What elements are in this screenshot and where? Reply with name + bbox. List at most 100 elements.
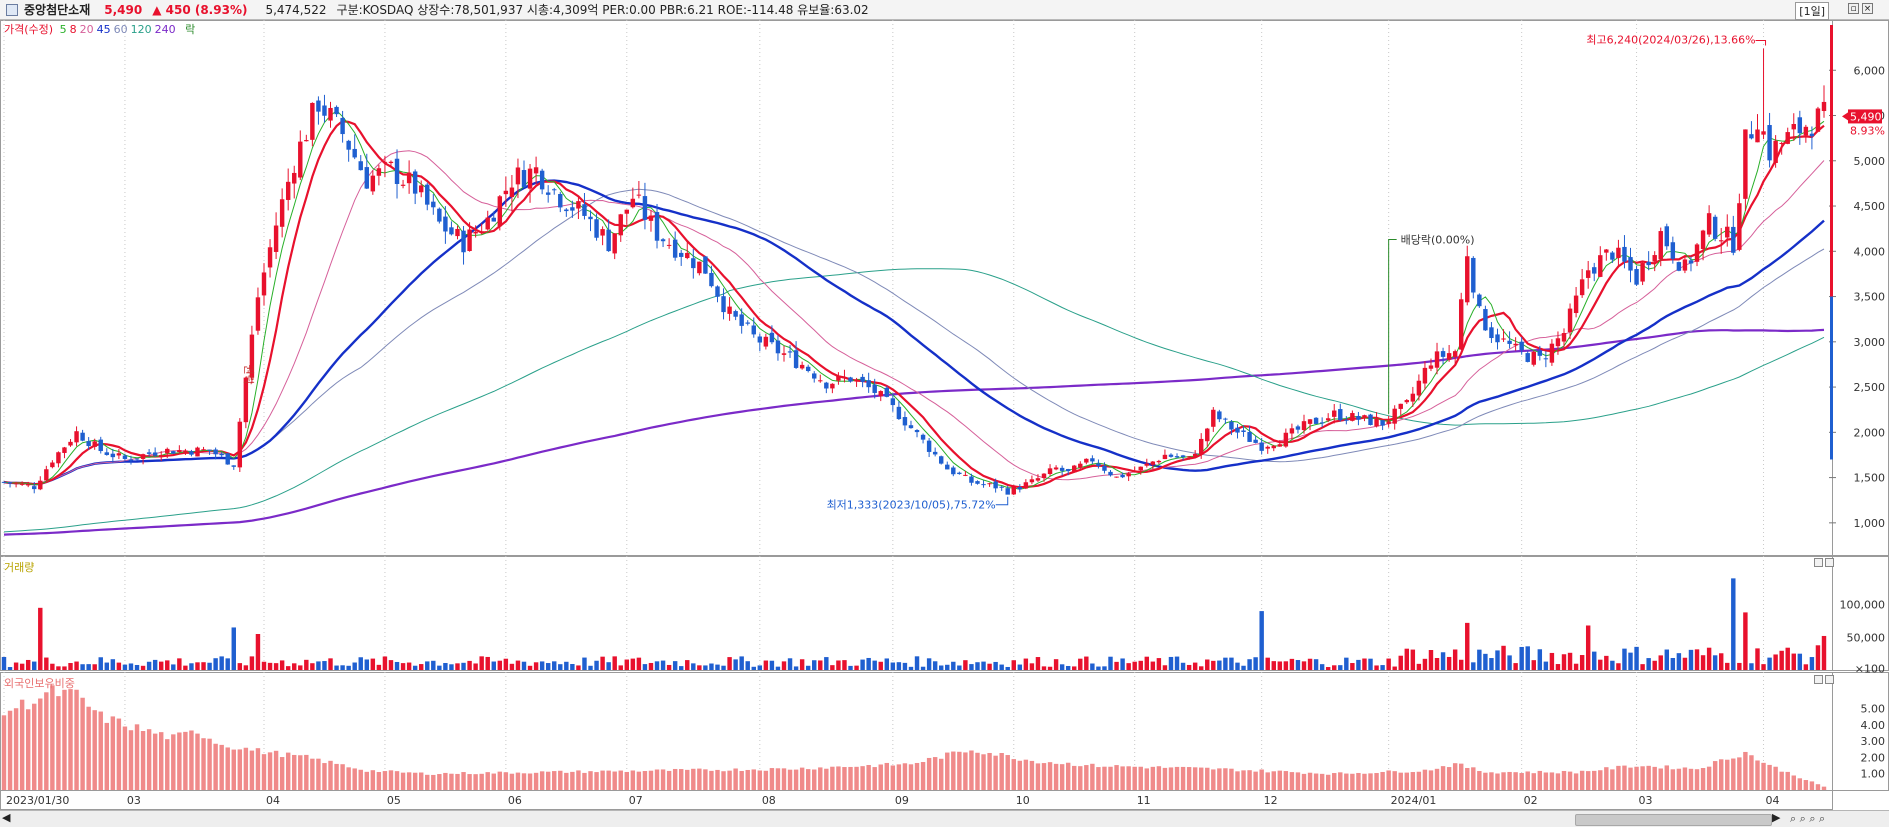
x-tick-label: 03 [127,794,141,807]
foreign-bar [1344,773,1349,790]
candle-body [183,450,188,453]
foreign-bar [1598,770,1603,790]
volume-bar [588,665,593,670]
candle-body [140,454,146,459]
pane-close-icon[interactable] [1825,558,1834,567]
candle-body [346,140,351,150]
foreign-tick-label: 1.00 [1861,768,1886,781]
volume-bar [1398,655,1403,670]
foreign-bar [38,698,43,790]
volume-bar [1332,665,1337,670]
foreign-bar [1150,766,1156,790]
foreign-bar [1465,767,1470,790]
foreign-bar [1362,773,1367,790]
volume-bar [1785,647,1790,670]
candle-body [733,311,738,317]
foreign-bar [1573,773,1579,790]
volume-pane-buttons[interactable] [1812,556,1836,567]
candle-body [1065,469,1071,472]
candle-body [364,167,370,189]
candle-body [1604,249,1609,253]
volume-bar [1065,665,1071,670]
foreign-bar [564,772,569,790]
scroll-thumb[interactable] [1575,814,1772,826]
candle-body [1156,460,1162,463]
candle-body [533,167,539,174]
volume-bar [1211,660,1216,670]
price-tick-label: 3,500 [1854,291,1886,304]
foreign-bar [44,692,49,790]
scroll-left-icon[interactable]: ◀ [2,811,10,824]
foreign-bar [642,771,648,790]
candle-body [727,306,732,314]
foreign-bar [503,772,509,790]
foreign-bar [1168,767,1174,790]
volume-bar [425,661,430,670]
pane-close-icon[interactable] [1825,675,1834,684]
volume-bar [449,664,454,670]
candle-body [1767,125,1772,161]
volume-bar [177,658,182,670]
volume-bar [340,665,345,670]
candle-body [1579,279,1585,296]
zoom-controls[interactable]: ⌕ ⌕ ⌕ ⌕ [1790,812,1825,826]
candle-body [1235,427,1240,433]
foreign-bar [1458,763,1464,790]
candle-body [715,286,720,297]
foreign-bar [1700,768,1706,790]
foreign-pane-buttons[interactable] [1812,673,1836,684]
foreign-bar [926,757,932,790]
candle-body [104,452,110,455]
foreign-bar [588,771,593,790]
foreign-bar [1718,759,1724,790]
candle-body [1598,255,1603,277]
candle-body [267,247,273,268]
foreign-bar [781,768,787,790]
x-tick-label: 04 [1766,794,1780,807]
volume-bar [1120,658,1125,670]
scroll-right-icon[interactable]: ▶ [1772,811,1780,824]
candle-body [606,229,611,252]
volume-bar [1192,662,1198,670]
volume-bar [1579,655,1585,670]
candle-body [1706,213,1712,235]
candle-body [1162,454,1168,460]
candle-body [1350,413,1355,421]
volume-bar [503,658,509,670]
foreign-bar [1356,772,1361,790]
foreign-bar [1,715,7,790]
candle-body [1815,108,1821,132]
candle-body [388,161,394,164]
candle-body [1561,333,1567,342]
foreign-bar [110,716,116,790]
candle-body [1755,129,1760,143]
foreign-bar [969,750,974,790]
volume-bar [769,660,775,670]
volume-bar [902,662,908,670]
candle-body [406,172,412,184]
ma-legend-120: 120 [130,23,152,36]
pane-restore-icon[interactable] [1814,558,1823,567]
candle-body [745,322,750,324]
candle-body [1440,351,1446,357]
candle-body [866,380,871,388]
candle-body [1108,471,1113,476]
foreign-bar [1084,765,1089,790]
foreign-bar [146,729,152,790]
candle-body [751,325,756,335]
foreign-bar [1452,763,1458,790]
candle-body [285,181,291,200]
foreign-bar [576,770,581,790]
foreign-bar [1670,769,1676,790]
scroll-bar[interactable]: ◀ ▶ ⌕ ⌕ ⌕ ⌕ [0,810,1889,827]
foreign-bar [177,732,182,790]
foreign-bar [394,771,400,790]
candle-body [1374,418,1379,427]
candle-body [189,451,194,455]
volume-bar [582,657,587,670]
foreign-bar [1809,781,1815,790]
pane-restore-icon[interactable] [1814,675,1823,684]
foreign-bar [1404,772,1410,790]
candle-body [418,185,424,193]
x-tick-label: 04 [266,794,280,807]
